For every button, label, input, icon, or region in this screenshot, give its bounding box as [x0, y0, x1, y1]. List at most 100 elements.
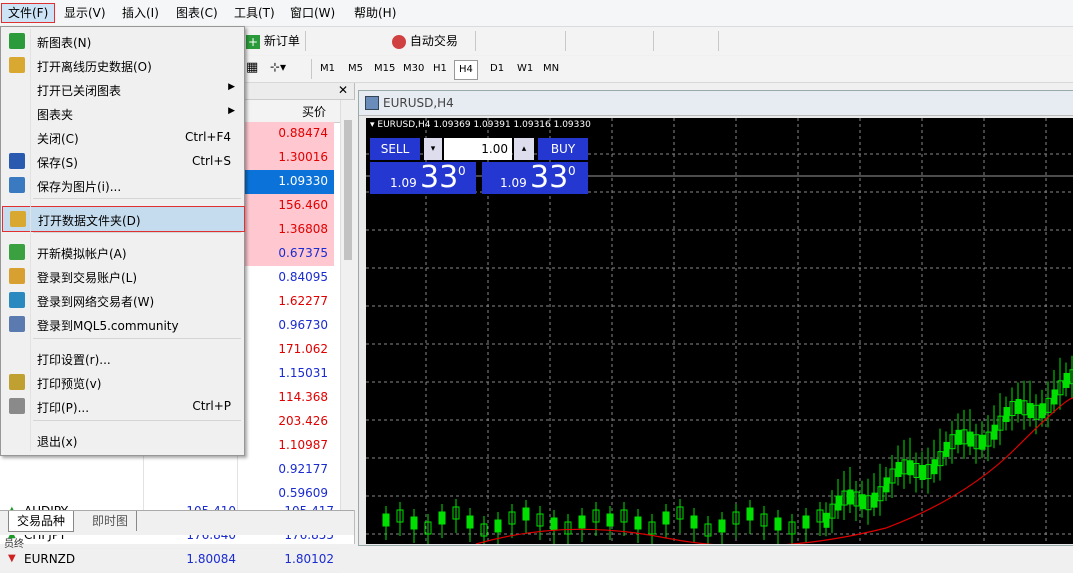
ask-cell[interactable]: 0.96730 — [240, 314, 334, 338]
symbol-arrow-icon: ▼ — [8, 553, 16, 564]
menu-item[interactable]: 登录到MQL5.community — [2, 312, 243, 336]
menu-item-shortcut: Ctrl+P — [192, 399, 231, 413]
menu-item-shortcut: Ctrl+F4 — [185, 130, 231, 144]
menu-item-label: 打开已关闭图表 — [37, 84, 122, 98]
menu-item[interactable]: 登录到交易账户(L) — [2, 264, 243, 288]
buy-price[interactable]: 1.09 33 0 — [482, 160, 588, 195]
menu-item[interactable]: 打开已关闭图表 ▶ — [2, 77, 243, 101]
timeframe-m15[interactable]: M15 — [370, 60, 399, 78]
candle-body — [522, 507, 530, 521]
timeframe-h4[interactable]: H4 — [454, 60, 478, 80]
candle-body — [991, 424, 998, 440]
objects-dropdown-icon[interactable]: ⊹▾ — [270, 60, 286, 74]
ask-cell[interactable]: 156.460 — [240, 194, 334, 218]
candle-body — [718, 519, 726, 533]
ask-cell[interactable]: 1.15031 — [240, 362, 334, 386]
candle-body — [931, 459, 938, 475]
chart-toggle-icon: ▾ — [370, 120, 375, 130]
candle-body — [1027, 403, 1034, 419]
menu-item[interactable]: 退出(x) — [2, 428, 243, 452]
printer-icon — [9, 398, 25, 414]
menu-help[interactable]: 帮助(H) — [348, 4, 402, 22]
menu-item-label: 关闭(C) — [37, 132, 79, 146]
ask-price: 0.88474 — [278, 126, 328, 140]
close-icon[interactable]: ✕ — [338, 83, 348, 97]
ask-cell[interactable]: 1.36808 — [240, 218, 334, 242]
save-icon — [9, 153, 25, 169]
lot-decrease-icon[interactable]: ▾ — [424, 138, 442, 160]
menu-item[interactable]: 打开数据文件夹(D) — [2, 206, 245, 232]
menu-chart[interactable]: 图表(C) — [170, 4, 224, 22]
lot-increase-icon[interactable]: ▴ — [514, 138, 534, 160]
menu-item-label: 登录到网络交易者(W) — [37, 295, 155, 309]
timeframe-m30[interactable]: M30 — [399, 60, 428, 78]
menu-item[interactable]: 关闭(C) Ctrl+F4 — [2, 125, 243, 149]
new-account-icon — [9, 244, 25, 260]
ask-cell[interactable]: 0.92177 — [240, 458, 334, 482]
ask-cell[interactable]: 1.09330 — [240, 170, 334, 194]
menu-item[interactable]: 打印(P)... Ctrl+P — [2, 394, 243, 418]
ask-price: 0.59609 — [278, 486, 328, 500]
timeframe-m1[interactable]: M1 — [316, 60, 339, 78]
menu-insert[interactable]: 插入(I) — [116, 4, 165, 22]
menu-item-label: 登录到交易账户(L) — [37, 271, 138, 285]
ask-cell[interactable]: 0.84095 — [240, 266, 334, 290]
candle-body — [662, 511, 670, 525]
ask-cell[interactable]: 114.368 — [240, 386, 334, 410]
menu-item[interactable]: 开新模拟帐户(A) — [2, 240, 243, 264]
crosshair-icon[interactable]: ▦ — [246, 60, 258, 75]
ask-price: 203.426 — [278, 414, 328, 428]
ask-price: 0.96730 — [278, 318, 328, 332]
tab-tick-chart[interactable]: 即时图 — [84, 511, 138, 531]
ask-cell[interactable]: 0.88474 — [240, 122, 334, 146]
menu-item[interactable]: 打印设置(r)... — [2, 346, 243, 370]
scrollbar-thumb[interactable] — [344, 120, 352, 260]
candle-body — [835, 495, 842, 511]
submenu-arrow-icon: ▶ — [228, 82, 235, 92]
new-chart-icon — [9, 33, 25, 49]
menu-item[interactable]: 登录到网络交易者(W) — [2, 288, 243, 312]
ask-cell[interactable]: 1.62277 — [240, 290, 334, 314]
lot-size-input[interactable]: 1.00 — [444, 138, 512, 160]
menu-item[interactable]: 保存(S) Ctrl+S — [2, 149, 243, 173]
menu-item[interactable]: 打印预览(v) — [2, 370, 243, 394]
timeframe-d1[interactable]: D1 — [486, 60, 508, 78]
buy-button[interactable]: BUY — [538, 138, 588, 160]
candle-body — [578, 515, 586, 529]
timeframe-w1[interactable]: W1 — [513, 60, 537, 78]
sell-price[interactable]: 1.09 33 0 — [370, 160, 476, 195]
ask-cell[interactable]: 1.30016 — [240, 146, 334, 170]
timeframe-mn[interactable]: MN — [539, 60, 563, 78]
menu-window[interactable]: 窗口(W) — [284, 4, 341, 22]
menu-tools[interactable]: 工具(T) — [228, 4, 281, 22]
menu-item-label: 保存(S) — [37, 156, 78, 170]
menu-item-label: 打印(P)... — [37, 401, 90, 415]
candle-body — [382, 513, 390, 527]
menu-item[interactable]: 保存为图片(i)... — [2, 173, 243, 197]
ask-cell[interactable]: 0.67375 — [240, 242, 334, 266]
auto-trading-button[interactable]: 自动交易 — [392, 30, 458, 52]
chart-window-icon — [365, 96, 379, 110]
tab-symbols[interactable]: 交易品种 — [8, 511, 75, 532]
timeframe-h1[interactable]: H1 — [429, 60, 451, 78]
new-order-button[interactable]: + 新订单 — [246, 30, 300, 52]
ask-cell[interactable]: 1.10987 — [240, 434, 334, 458]
ask-price: 1.10987 — [278, 438, 328, 452]
ask-cell[interactable]: 203.426 — [240, 410, 334, 434]
candle-body — [1039, 403, 1046, 419]
market-watch-scrollbar[interactable] — [340, 100, 355, 510]
sell-button[interactable]: SELL — [370, 138, 420, 160]
candle-body — [466, 515, 474, 529]
menu-item[interactable]: 打开离线历史数据(O) — [2, 53, 243, 77]
menu-item[interactable]: 新图表(N) — [2, 29, 243, 53]
menu-view[interactable]: 显示(V) — [58, 4, 112, 22]
table-row[interactable]: ▼ EURNZD 1.80084 1.80102 — [0, 548, 340, 573]
menu-file[interactable]: 文件(F) — [0, 3, 56, 23]
candle-body — [919, 464, 926, 480]
price-chart[interactable]: ▾ EURUSD,H4 1.09369 1.09391 1.09316 1.09… — [366, 118, 1073, 544]
ask-column-header[interactable]: 买价 — [302, 103, 326, 120]
menu-item[interactable]: 图表夹 ▶ — [2, 101, 243, 125]
ask-cell[interactable]: 171.062 — [240, 338, 334, 362]
candle-body — [438, 511, 446, 525]
timeframe-m5[interactable]: M5 — [344, 60, 367, 78]
